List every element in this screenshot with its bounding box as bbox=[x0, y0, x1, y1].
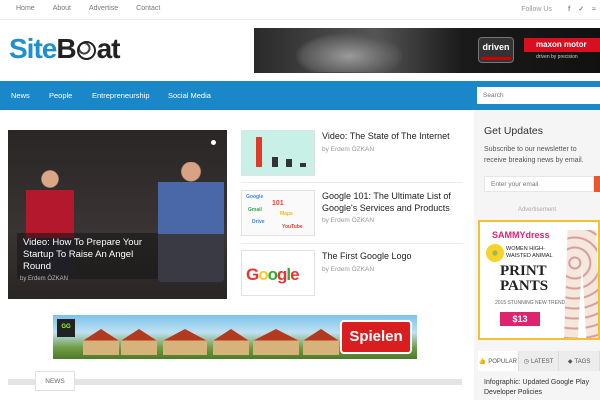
ad-tagline: driven by precision bbox=[536, 54, 578, 60]
list-item[interactable]: Video: The State of The Internet by Erde… bbox=[241, 130, 461, 178]
post-author: by Erdem ÖZKAN bbox=[322, 266, 375, 273]
site-logo[interactable]: SiteB at bbox=[9, 33, 120, 65]
featured-caption: Video: How To Prepare Your Startup To Ra… bbox=[17, 233, 158, 279]
email-field[interactable] bbox=[484, 176, 594, 192]
rss-icon[interactable]: ≈ bbox=[592, 6, 596, 13]
ad-image bbox=[294, 32, 404, 72]
speaker-right bbox=[158, 162, 224, 282]
nav-entrepreneurship[interactable]: Entrepreneurship bbox=[92, 91, 150, 100]
thumbs-up-icon: 👍 bbox=[478, 359, 487, 365]
tab-latest[interactable]: ◷ LATEST bbox=[519, 351, 560, 371]
ad-house bbox=[213, 329, 249, 355]
top-nav-contact[interactable]: Contact bbox=[136, 5, 160, 12]
ad-house bbox=[163, 329, 207, 355]
site-header: SiteB at driven maxon motor driven by pre… bbox=[0, 20, 600, 81]
list-item[interactable]: Google The First Google Logo by Erdem ÖZ… bbox=[241, 250, 461, 298]
ad-logo: GG bbox=[57, 319, 75, 337]
tag-icon: ◆ bbox=[567, 359, 573, 365]
ad-house bbox=[253, 329, 299, 355]
post-author: by Erdem ÖZKAN bbox=[322, 146, 375, 153]
subscribe-button[interactable] bbox=[594, 176, 600, 192]
thumb-bar bbox=[272, 157, 278, 167]
top-nav-about[interactable]: About bbox=[53, 5, 71, 12]
follow-us: Follow Us f ✓ ≈ bbox=[521, 5, 596, 14]
top-bar: Home About Advertise Contact Follow Us f… bbox=[0, 0, 600, 20]
ad-label: Advertisement bbox=[517, 207, 557, 213]
thumb-bar bbox=[286, 159, 292, 167]
divider bbox=[241, 182, 463, 183]
ad-house bbox=[83, 329, 119, 355]
sidebar: Get Updates Subscribe to our newsletter … bbox=[474, 110, 600, 400]
ad-subtitle: WOMEN HIGH-WAISTED ANIMAL bbox=[506, 246, 553, 259]
main-nav: News People Entrepreneurship Social Medi… bbox=[0, 81, 600, 110]
logo-site-text: Site bbox=[9, 33, 57, 64]
ad-trend: 2015 STUNNING NEW TREND bbox=[495, 300, 566, 306]
ad-badge: driven bbox=[478, 37, 514, 63]
ad-price: $13 bbox=[500, 312, 540, 326]
news-section-tab[interactable]: NEWS bbox=[35, 371, 75, 391]
ad-house bbox=[121, 329, 157, 355]
post-thumbnail[interactable] bbox=[241, 130, 315, 176]
section-divider bbox=[8, 379, 462, 385]
flower-icon bbox=[486, 244, 504, 262]
game-banner-ad[interactable]: GG Spielen bbox=[53, 315, 417, 359]
newsletter-heading: Get Updates bbox=[484, 125, 543, 137]
featured-post[interactable]: Video: How To Prepare Your Startup To Ra… bbox=[8, 130, 227, 299]
spielen-button[interactable]: Spielen bbox=[340, 320, 412, 354]
follow-label: Follow Us bbox=[521, 5, 552, 13]
sidebar-post-link[interactable]: Infographic: Updated Google Play Develop… bbox=[484, 378, 600, 398]
featured-title[interactable]: Video: How To Prepare Your Startup To Ra… bbox=[23, 237, 152, 273]
ad-brand: maxon motor bbox=[524, 38, 600, 52]
top-nav-home[interactable]: Home bbox=[16, 5, 35, 12]
sidebar-tabs: 👍 POPULAR ◷ LATEST ◆ TAGS bbox=[478, 351, 600, 371]
ad-house bbox=[303, 329, 339, 355]
tab-tags[interactable]: ◆ TAGS bbox=[559, 351, 600, 371]
post-title[interactable]: The First Google Logo bbox=[322, 250, 466, 262]
clock-icon: ◷ bbox=[523, 359, 530, 365]
nav-social-media[interactable]: Social Media bbox=[168, 91, 211, 100]
thumb-bar bbox=[256, 137, 262, 167]
top-banner-ad[interactable]: driven maxon motor driven by precision bbox=[254, 28, 600, 73]
sidebar-ad[interactable]: SAMMYdress WOMEN HIGH-WAISTED ANIMAL PRI… bbox=[478, 220, 600, 340]
facebook-icon[interactable]: f bbox=[568, 6, 570, 13]
post-author: by Erdem ÖZKAN bbox=[322, 217, 375, 224]
newsletter-text: Subscribe to our newsletter to receive b… bbox=[484, 146, 584, 164]
logo-boat-text: Bat bbox=[56, 33, 120, 64]
list-item[interactable]: Google 101 Gmail Maps Drive YouTube Goog… bbox=[241, 190, 461, 238]
google-logo-image: Google bbox=[246, 265, 300, 284]
post-title[interactable]: Google 101: The Ultimate List of Google'… bbox=[322, 190, 466, 214]
top-nav-advertise[interactable]: Advertise bbox=[89, 5, 118, 12]
post-title[interactable]: Video: The State of The Internet bbox=[322, 130, 466, 142]
ad-brand: SAMMYdress bbox=[492, 230, 550, 240]
post-thumbnail[interactable]: Google 101 Gmail Maps Drive YouTube bbox=[241, 190, 315, 236]
top-nav: Home About Advertise Contact bbox=[16, 5, 178, 12]
nav-people[interactable]: People bbox=[49, 91, 72, 100]
featured-author: by Erdem ÖZKAN bbox=[20, 276, 69, 282]
search-input[interactable] bbox=[477, 87, 600, 104]
twitter-icon[interactable]: ✓ bbox=[578, 5, 584, 13]
tab-popular[interactable]: 👍 POPULAR bbox=[478, 351, 519, 371]
thumb-bar bbox=[300, 163, 306, 167]
nav-news[interactable]: News bbox=[11, 91, 30, 100]
post-thumbnail[interactable]: Google bbox=[241, 250, 315, 296]
soccer-ball-icon bbox=[76, 41, 96, 60]
dot-icon bbox=[211, 140, 216, 145]
divider bbox=[241, 243, 463, 244]
